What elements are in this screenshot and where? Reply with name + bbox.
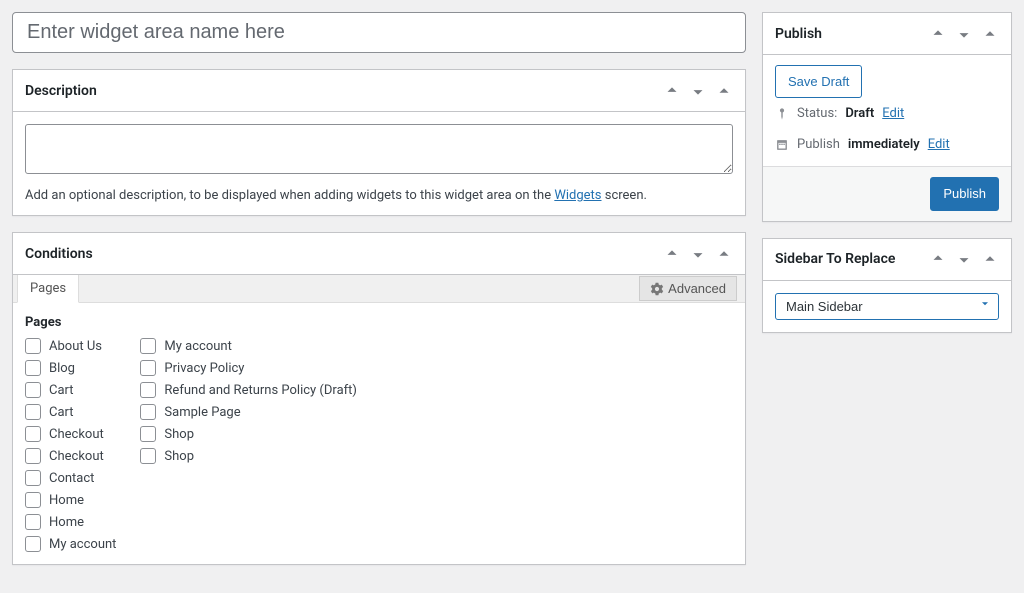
advanced-button[interactable]: Advanced	[639, 276, 737, 301]
list-item[interactable]: My account	[25, 536, 116, 552]
sidebar-replace-panel: Sidebar To Replace Main Sidebar	[762, 238, 1012, 333]
description-title: Description	[25, 83, 97, 99]
description-textarea[interactable]	[25, 124, 733, 174]
publish-header: Publish	[763, 13, 1011, 55]
status-row: Status: Draft Edit	[775, 98, 999, 129]
publish-button[interactable]: Publish	[930, 177, 999, 210]
checkbox[interactable]	[25, 382, 41, 398]
checkbox[interactable]	[140, 338, 156, 354]
panel-collapse-button[interactable]	[981, 25, 999, 43]
panel-move-up-button[interactable]	[929, 25, 947, 43]
checkbox[interactable]	[25, 448, 41, 464]
list-item[interactable]: Checkout	[25, 426, 116, 442]
checkbox[interactable]	[140, 448, 156, 464]
conditions-panel: Conditions Pages Advanced Pages Ab	[12, 232, 746, 565]
conditions-header: Conditions	[13, 233, 745, 275]
checkbox[interactable]	[140, 382, 156, 398]
sidebar-replace-select[interactable]: Main Sidebar	[775, 293, 999, 320]
list-item[interactable]: Shop	[140, 426, 357, 442]
list-item[interactable]: Cart	[25, 404, 116, 420]
pages-heading: Pages	[25, 315, 733, 330]
gear-icon	[650, 282, 664, 296]
checkbox[interactable]	[25, 536, 41, 552]
panel-move-up-button[interactable]	[663, 82, 681, 100]
checkbox[interactable]	[140, 360, 156, 376]
list-item[interactable]: My account	[140, 338, 357, 354]
checkbox[interactable]	[140, 426, 156, 442]
description-help-text: Add an optional description, to be displ…	[25, 188, 733, 203]
list-item[interactable]: Sample Page	[140, 404, 357, 420]
checkbox[interactable]	[25, 514, 41, 530]
panel-move-down-button[interactable]	[955, 25, 973, 43]
widget-area-title-input[interactable]	[12, 12, 746, 53]
schedule-row: Publish immediately Edit	[775, 129, 999, 160]
checkbox[interactable]	[140, 404, 156, 420]
checkbox[interactable]	[25, 492, 41, 508]
edit-schedule-link[interactable]: Edit	[928, 137, 950, 152]
description-header: Description	[13, 70, 745, 112]
conditions-title: Conditions	[25, 246, 93, 262]
calendar-icon	[775, 138, 789, 152]
publish-panel: Publish Save Draft Status: Draft Edit	[762, 12, 1012, 222]
list-item[interactable]: Shop	[140, 448, 357, 464]
list-item[interactable]: Home	[25, 514, 116, 530]
list-item[interactable]: Privacy Policy	[140, 360, 357, 376]
list-item[interactable]: Contact	[25, 470, 116, 486]
panel-move-down-button[interactable]	[955, 250, 973, 268]
list-item[interactable]: Checkout	[25, 448, 116, 464]
panel-collapse-button[interactable]	[715, 245, 733, 263]
checkbox[interactable]	[25, 404, 41, 420]
list-item[interactable]: About Us	[25, 338, 116, 354]
panel-move-down-button[interactable]	[689, 245, 707, 263]
save-draft-button[interactable]: Save Draft	[775, 65, 862, 98]
widgets-screen-link[interactable]: Widgets	[554, 188, 601, 203]
panel-collapse-button[interactable]	[715, 82, 733, 100]
list-item[interactable]: Home	[25, 492, 116, 508]
sidebar-replace-title: Sidebar To Replace	[775, 251, 895, 267]
publish-title: Publish	[775, 26, 822, 42]
pages-column-1: About Us Blog Cart Cart Checkout Checkou…	[25, 338, 116, 552]
panel-move-down-button[interactable]	[689, 82, 707, 100]
checkbox[interactable]	[25, 360, 41, 376]
checkbox[interactable]	[25, 470, 41, 486]
checkbox[interactable]	[25, 338, 41, 354]
sidebar-replace-header: Sidebar To Replace	[763, 239, 1011, 281]
panel-move-up-button[interactable]	[663, 245, 681, 263]
list-item[interactable]: Blog	[25, 360, 116, 376]
tab-pages[interactable]: Pages	[17, 275, 79, 303]
checkbox[interactable]	[25, 426, 41, 442]
pages-column-2: My account Privacy Policy Refund and Ret…	[140, 338, 357, 552]
pin-icon	[775, 107, 789, 121]
description-panel: Description Add an optional description,…	[12, 69, 746, 216]
edit-status-link[interactable]: Edit	[882, 106, 904, 121]
panel-collapse-button[interactable]	[981, 250, 999, 268]
list-item[interactable]: Refund and Returns Policy (Draft)	[140, 382, 357, 398]
panel-move-up-button[interactable]	[929, 250, 947, 268]
list-item[interactable]: Cart	[25, 382, 116, 398]
